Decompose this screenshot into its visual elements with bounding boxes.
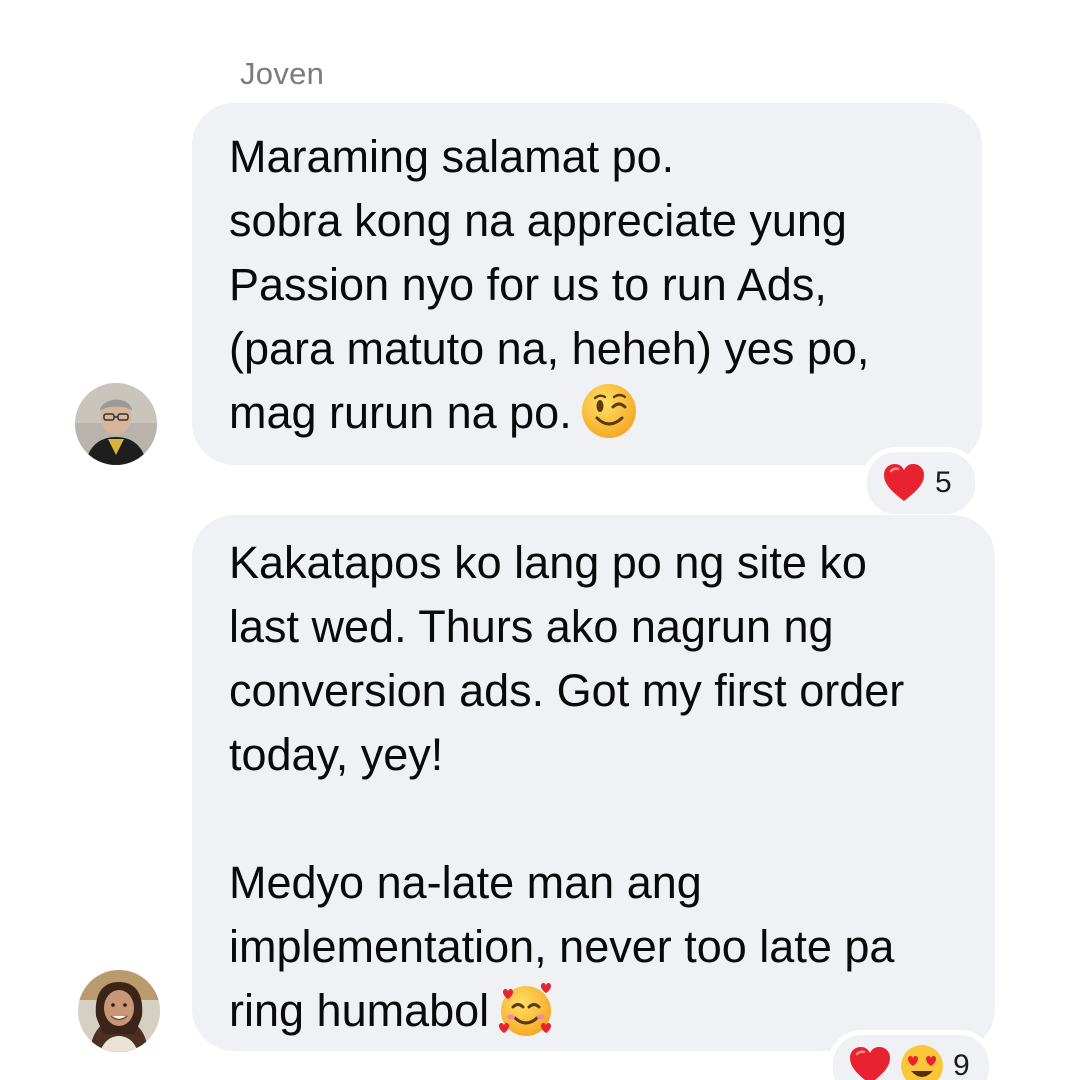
reaction-summary[interactable]: 5: [862, 447, 980, 519]
message-line-last: mag rurun na po.: [229, 381, 952, 445]
message-line-text: ring humabol: [229, 985, 490, 1036]
message-line: Medyo na-late man ang: [229, 857, 702, 908]
message-line: sobra kong na appreciate yung: [229, 195, 847, 246]
reaction-count: 5: [935, 466, 952, 499]
heart-icon: [881, 460, 927, 506]
message-line: today, yey!: [229, 729, 444, 780]
message-line: Maraming salamat po.: [229, 131, 675, 182]
smiling-face-with-hearts-icon: [497, 980, 555, 1038]
avatar[interactable]: [78, 970, 160, 1052]
heart-eyes-icon: [899, 1043, 945, 1080]
message-line: Kakatapos ko lang po ng site ko: [229, 537, 867, 588]
message-line: (para matuto na, heheh) yes po,: [229, 323, 870, 374]
message-line: implementation, never too late pa: [229, 921, 895, 972]
message-bubble[interactable]: Maraming salamat po. sobra kong na appre…: [192, 103, 982, 465]
sender-name: Joven: [240, 56, 325, 91]
avatar[interactable]: [75, 383, 157, 465]
message-line-blank: [229, 787, 965, 851]
message-line: last wed. Thurs ako nagrun ng: [229, 601, 834, 652]
heart-icon: [847, 1043, 893, 1080]
message-line: conversion ads. Got my first order: [229, 665, 905, 716]
winking-face-icon: [580, 382, 638, 440]
reaction-summary[interactable]: 9: [828, 1030, 994, 1080]
message-line-text: mag rurun na po.: [229, 387, 572, 438]
reaction-count: 9: [953, 1049, 970, 1080]
message-line: Passion nyo for us to run Ads,: [229, 259, 827, 310]
message-bubble[interactable]: Kakatapos ko lang po ng site ko last wed…: [192, 515, 995, 1051]
chat-thread: Joven Maraming salamat po. sobra kong na…: [0, 0, 1080, 1080]
